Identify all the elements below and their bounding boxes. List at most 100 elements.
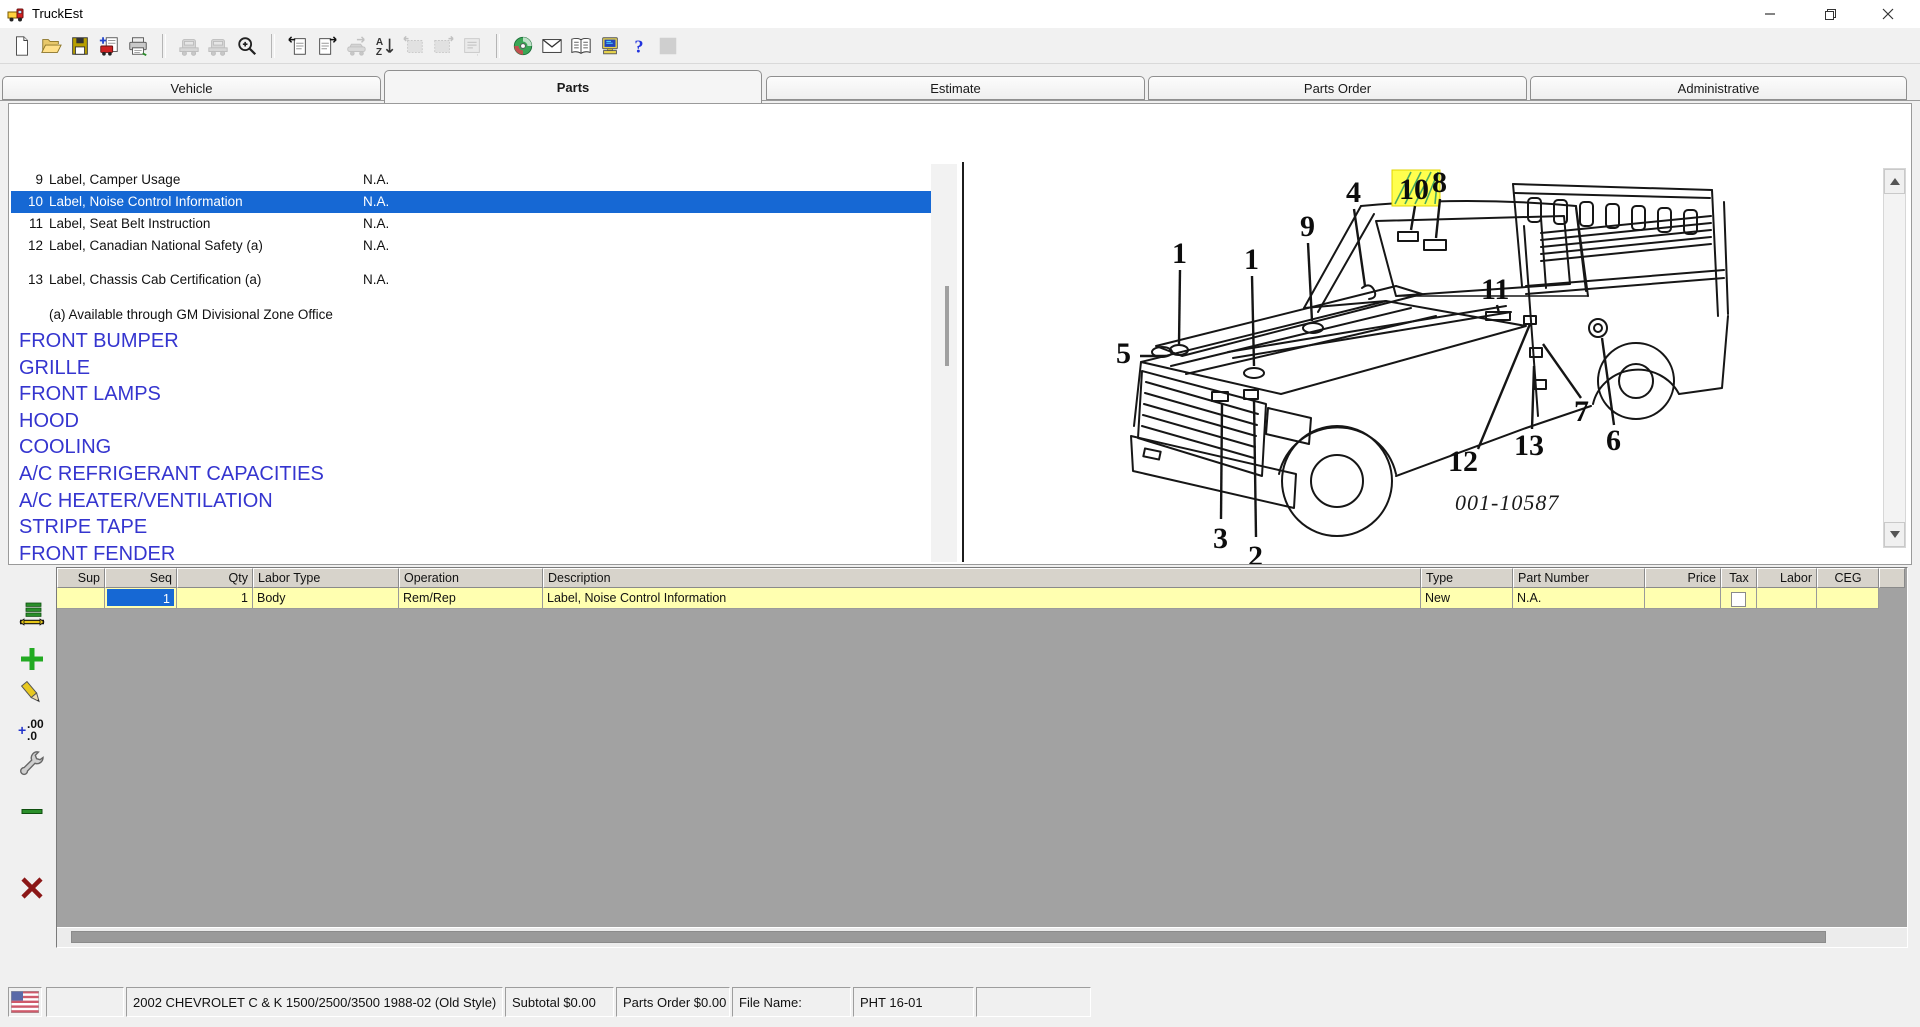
row-number: 9 xyxy=(15,172,43,187)
remove-line-icon xyxy=(18,797,46,825)
callout-2[interactable]: 2 xyxy=(1248,540,1263,564)
list-scrollbar[interactable] xyxy=(931,164,957,562)
tab-parts-order[interactable]: Parts Order xyxy=(1148,76,1527,100)
scroll-down-button[interactable] xyxy=(1884,522,1905,547)
svg-text:Z: Z xyxy=(375,47,381,57)
category-link-front-fender[interactable]: FRONT FENDER xyxy=(19,543,175,567)
cell-operation[interactable]: Rem/Rep xyxy=(399,588,543,609)
callout-4[interactable]: 4 xyxy=(1346,176,1361,209)
cell-type[interactable]: New xyxy=(1421,588,1513,609)
subtotal-status: Subtotal $0.00 xyxy=(505,987,614,1017)
cell-sup[interactable] xyxy=(57,588,105,609)
open-file-button[interactable] xyxy=(37,32,64,59)
adjust-tools-button[interactable] xyxy=(16,747,48,779)
row-value: N.A. xyxy=(363,216,389,231)
parts-lines-button[interactable] xyxy=(16,598,48,630)
parts-list-row-11[interactable]: 11Label, Seat Belt InstructionN.A. xyxy=(11,213,935,235)
tax-checkbox[interactable] xyxy=(1731,592,1746,607)
print-button[interactable] xyxy=(124,32,151,59)
parts-book-icon xyxy=(570,35,592,57)
save-button[interactable] xyxy=(66,32,93,59)
tab-parts[interactable]: Parts xyxy=(384,70,762,103)
cell-seq[interactable]: 1 xyxy=(105,588,177,609)
scroll-up-button[interactable] xyxy=(1884,169,1905,194)
callout-10[interactable]: 10 xyxy=(1399,173,1429,206)
cell-price[interactable] xyxy=(1645,588,1721,609)
price-decimals-button[interactable]: +.00.0 xyxy=(16,713,48,745)
callout-7[interactable]: 7 xyxy=(1574,395,1589,428)
edit-line-button[interactable] xyxy=(16,677,48,709)
category-link-front-bumper[interactable]: FRONT BUMPER xyxy=(19,330,179,354)
remove-line-button[interactable] xyxy=(16,795,48,827)
parts-book-button[interactable] xyxy=(567,32,594,59)
email-icon xyxy=(541,35,563,57)
callout-3[interactable]: 3 xyxy=(1213,522,1228,555)
computer-button[interactable] xyxy=(596,32,623,59)
new-document-button[interactable] xyxy=(8,32,35,59)
minimize-button[interactable] xyxy=(1747,0,1793,28)
category-link-a-c-heater-ventilation[interactable]: A/C HEATER/VENTILATION xyxy=(19,490,273,514)
zoom-in-button[interactable] xyxy=(233,32,260,59)
computer-icon xyxy=(599,35,621,57)
row-label: Label, Camper Usage xyxy=(49,172,180,187)
callout-6[interactable]: 6 xyxy=(1606,424,1621,457)
up-arrow-icon xyxy=(1890,178,1900,185)
category-link-cooling[interactable]: COOLING xyxy=(19,436,111,460)
column-header-part-number: Part Number xyxy=(1513,568,1645,588)
callout-8[interactable]: 8 xyxy=(1432,166,1447,199)
callout-leader-line xyxy=(1308,243,1312,321)
category-link-stripe-tape[interactable]: STRIPE TAPE xyxy=(19,516,147,540)
tab-vehicle[interactable]: Vehicle xyxy=(2,76,381,100)
grid-row[interactable]: 11BodyRem/RepLabel, Noise Control Inform… xyxy=(57,588,1907,609)
parts-catalog-cd-button[interactable] xyxy=(509,32,536,59)
restore-button[interactable] xyxy=(1807,0,1853,28)
category-link-hood[interactable]: HOOD xyxy=(19,410,79,434)
cell-labor-type[interactable]: Body xyxy=(253,588,399,609)
callout-1[interactable]: 1 xyxy=(1172,237,1187,270)
callout-1[interactable]: 1 xyxy=(1244,243,1259,276)
list-scrollbar-thumb[interactable] xyxy=(945,286,949,366)
cell-labor[interactable] xyxy=(1757,588,1817,609)
tab-administrative[interactable]: Administrative xyxy=(1530,76,1907,100)
status-empty-cell xyxy=(46,987,124,1017)
vehicle-status: 2002 CHEVROLET C & K 1500/2500/3500 1988… xyxy=(126,987,503,1017)
cell-qty[interactable]: 1 xyxy=(177,588,253,609)
close-button[interactable] xyxy=(1865,0,1911,28)
callout-5[interactable]: 5 xyxy=(1116,337,1131,370)
help-button[interactable]: ? xyxy=(625,32,652,59)
new-vehicle-estimate-icon xyxy=(98,35,120,57)
cell-part-number[interactable]: N.A. xyxy=(1513,588,1645,609)
line-toolbar: +.00.0 xyxy=(8,565,56,950)
callout-12[interactable]: 12 xyxy=(1448,445,1478,478)
diagram-scrollbar[interactable] xyxy=(1883,168,1906,548)
new-vehicle-estimate-button[interactable] xyxy=(95,32,122,59)
notes-icon: , xyxy=(461,35,483,57)
page-next-button[interactable] xyxy=(313,32,340,59)
cell-description[interactable]: Label, Noise Control Information xyxy=(543,588,1421,609)
callout-11[interactable]: 11 xyxy=(1481,273,1509,306)
category-link-a-c-refrigerant-capacities[interactable]: A/C REFRIGERANT CAPACITIES xyxy=(19,463,324,487)
callout-13[interactable]: 13 xyxy=(1514,429,1544,462)
truck-diagram[interactable]: 511941081132121376 001-10587 xyxy=(966,166,1883,564)
callout-leader-line xyxy=(1254,400,1256,537)
delete-line-button[interactable] xyxy=(16,872,48,904)
cell-tax[interactable] xyxy=(1721,588,1757,609)
callout-9[interactable]: 9 xyxy=(1300,210,1315,243)
parts-list-row-10[interactable]: 10Label, Noise Control InformationN.A. xyxy=(11,191,935,213)
callout-leader-line xyxy=(1543,344,1581,398)
parts-list-row-13[interactable]: 13Label, Chassis Cab Certification (a)N.… xyxy=(11,269,935,291)
parts-list-row-9[interactable]: 9Label, Camper UsageN.A. xyxy=(11,169,935,191)
grid-hscrollbar-thumb[interactable] xyxy=(71,931,1826,943)
tab-estimate[interactable]: Estimate xyxy=(766,76,1145,100)
parts-list-row-12[interactable]: 12Label, Canadian National Safety (a)N.A… xyxy=(11,235,935,257)
cell-ceg[interactable] xyxy=(1817,588,1879,609)
category-link-grille[interactable]: GRILLE xyxy=(19,357,90,381)
edit-line-icon xyxy=(18,679,46,707)
grid-hscrollbar[interactable] xyxy=(57,927,1907,947)
email-button[interactable] xyxy=(538,32,565,59)
page-previous-button[interactable] xyxy=(284,32,311,59)
category-link-front-lamps[interactable]: FRONT LAMPS xyxy=(19,383,161,407)
add-line-button[interactable] xyxy=(16,643,48,675)
column-header-labor-type: Labor Type xyxy=(253,568,399,588)
sort-button[interactable]: AZ xyxy=(371,32,398,59)
